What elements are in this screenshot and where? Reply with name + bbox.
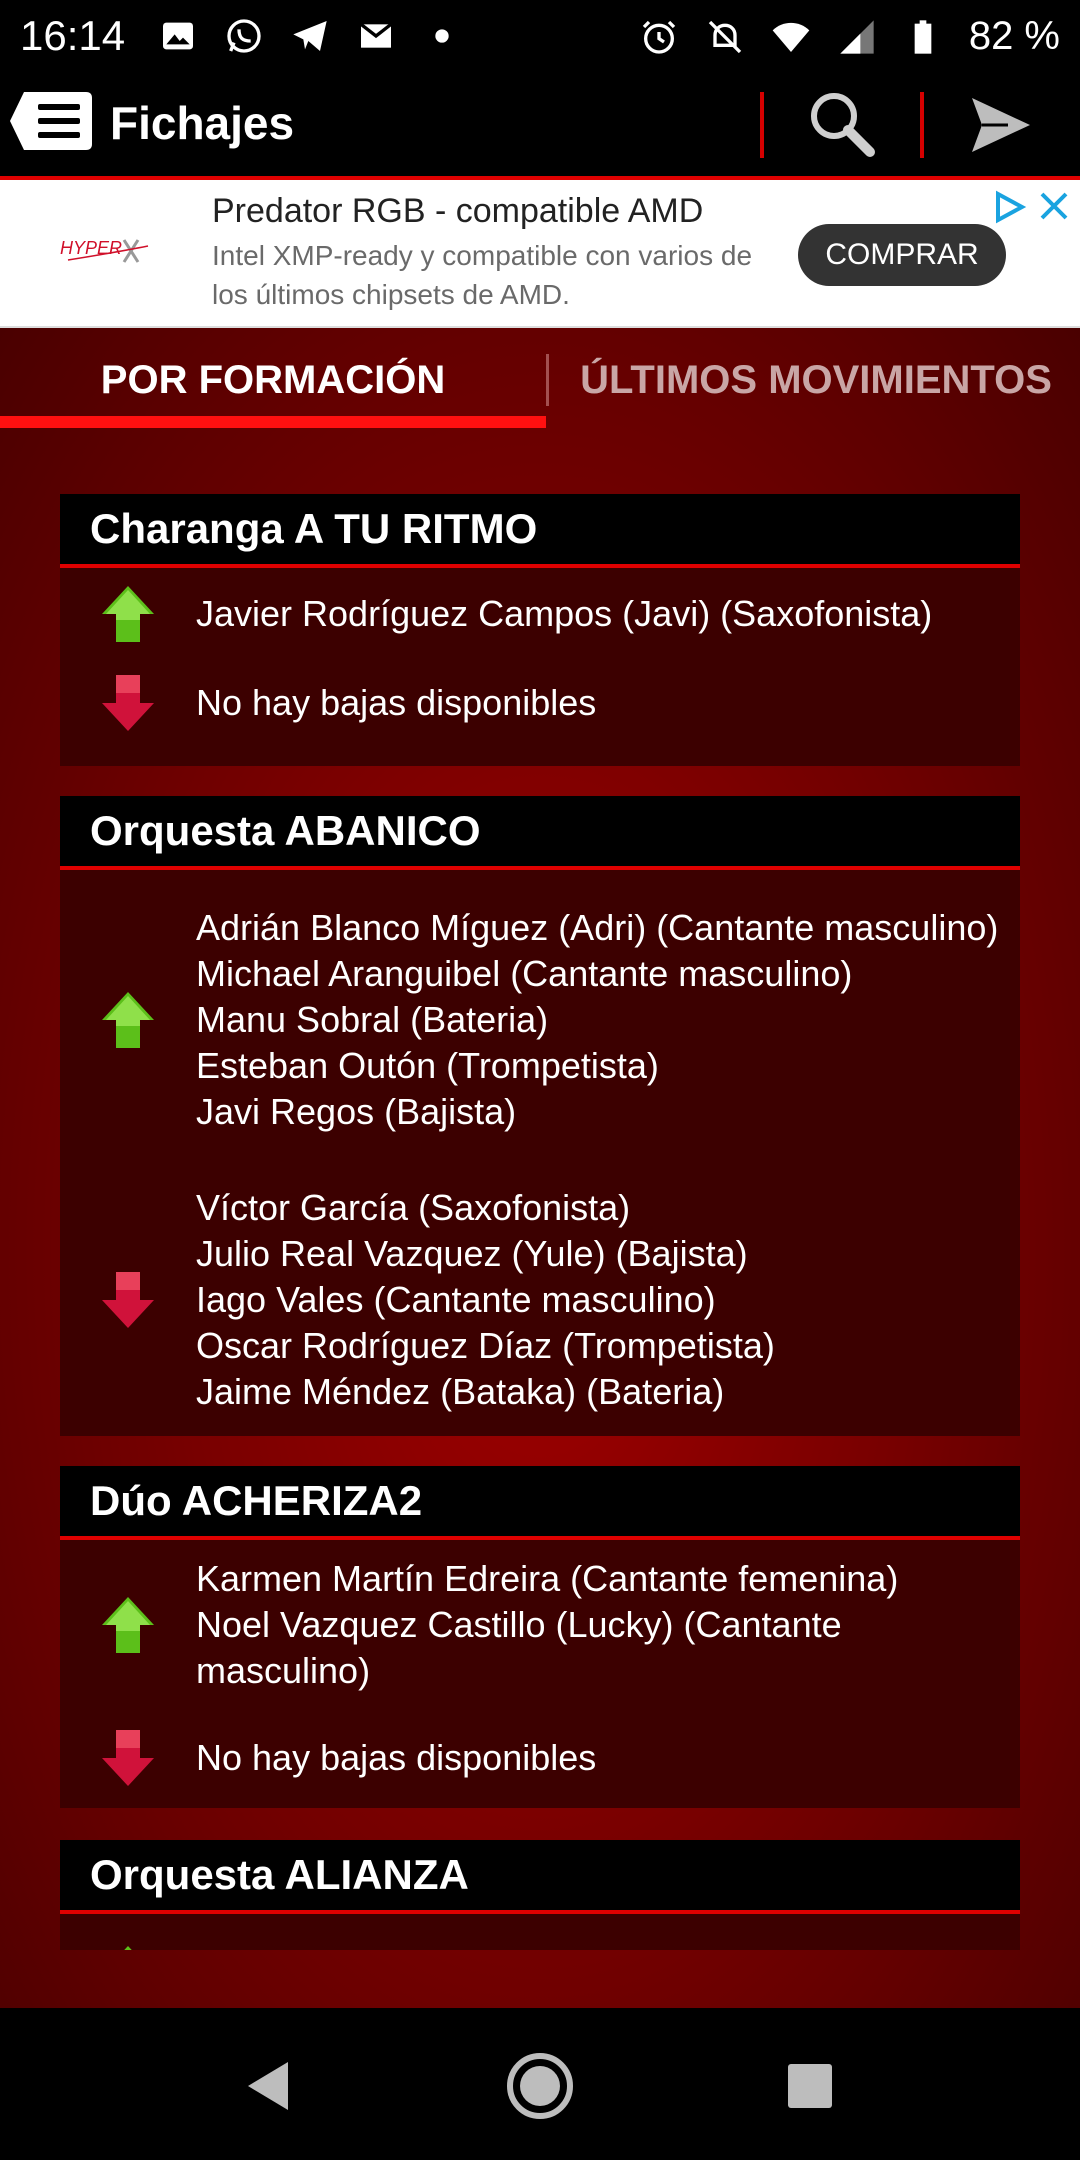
group-card: Dúo ACHERIZA2 Karmen Martín Edreira (Can… bbox=[60, 1466, 1020, 1808]
whatsapp-icon bbox=[224, 16, 264, 56]
tab-ultimos-movimientos[interactable]: ÚLTIMOS MOVIMIENTOS bbox=[552, 328, 1080, 432]
divider bbox=[760, 92, 764, 158]
ad-banner[interactable]: HYPER Predator RGB - compatible AMD Inte… bbox=[0, 180, 1080, 329]
departures-row: No hay bajas disponibles bbox=[60, 660, 1020, 746]
departures-list: No hay bajas disponibles bbox=[196, 1737, 597, 1778]
arrow-up-icon bbox=[102, 586, 154, 642]
back-button[interactable] bbox=[238, 2056, 298, 2116]
menu-button[interactable] bbox=[8, 88, 94, 154]
group-card: Orquesta ALIANZA bbox=[60, 1840, 1020, 1950]
list-item: Javi Regos (Bajista) bbox=[196, 1091, 517, 1132]
signal-icon bbox=[837, 17, 877, 57]
group-title: Dúo ACHERIZA2 bbox=[60, 1466, 1020, 1540]
list-item: Michael Aranguibel (Cantante masculino) bbox=[196, 953, 853, 994]
close-icon[interactable] bbox=[1036, 188, 1072, 224]
gmail-icon bbox=[356, 16, 396, 56]
back-icon bbox=[248, 2062, 288, 2110]
battery-icon bbox=[903, 17, 943, 57]
signings-list: Adrián Blanco Míguez (Adri) (Cantante ma… bbox=[196, 905, 998, 1135]
list-item: Esteban Outón (Trompetista) bbox=[196, 1045, 659, 1086]
mute-icon bbox=[705, 17, 745, 57]
image-icon bbox=[158, 16, 198, 56]
group-title: Charanga A TU RITMO bbox=[60, 494, 1020, 568]
hyperx-logo: HYPER bbox=[58, 228, 180, 278]
arrow-down-icon bbox=[102, 1272, 154, 1328]
tab-indicator bbox=[0, 416, 546, 428]
departures-row: Víctor García (Saxofonista) Julio Real V… bbox=[60, 1170, 1020, 1430]
signings-row: Karmen Martín Edreira (Cantante femenina… bbox=[60, 1540, 1020, 1710]
list-item: Iago Vales (Cantante masculino) bbox=[196, 1279, 716, 1320]
list-item: Víctor García (Saxofonista) bbox=[196, 1187, 631, 1228]
departures-list: Víctor García (Saxofonista) Julio Real V… bbox=[196, 1185, 775, 1415]
group-title: Orquesta ALIANZA bbox=[60, 1840, 1020, 1914]
signings-row bbox=[60, 1914, 1020, 1950]
recents-button[interactable] bbox=[780, 2056, 840, 2116]
signings-row: Javier Rodríguez Campos (Javi) (Saxofoni… bbox=[60, 568, 1020, 660]
list-item: Oscar Rodríguez Díaz (Trompetista) bbox=[196, 1325, 775, 1366]
arrow-up-icon bbox=[102, 1597, 154, 1653]
group-card: Orquesta ABANICO Adrián Blanco Míguez (A… bbox=[60, 796, 1020, 1436]
tab-divider bbox=[546, 354, 549, 406]
status-bar: 16:14 82 % bbox=[0, 0, 1080, 74]
dot-icon bbox=[422, 16, 462, 56]
adchoices-icon[interactable] bbox=[990, 188, 1028, 226]
list-item: Julio Real Vazquez (Yule) (Bajista) bbox=[196, 1233, 748, 1274]
navigation-bar bbox=[0, 2008, 1080, 2160]
ad-body: Intel XMP-ready y compatible con varios … bbox=[212, 240, 753, 310]
content-area: POR FORMACIÓN ÚLTIMOS MOVIMIENTOS Charan… bbox=[0, 328, 1080, 2008]
app-bar: Fichajes bbox=[0, 74, 1080, 180]
divider bbox=[920, 92, 924, 158]
list-item: Jaime Méndez (Bataka) (Bateria) bbox=[196, 1371, 725, 1412]
home-icon bbox=[507, 2053, 573, 2119]
arrow-down-icon bbox=[102, 675, 154, 731]
recents-icon bbox=[788, 2064, 832, 2108]
group-title: Orquesta ABANICO bbox=[60, 796, 1020, 870]
alarm-icon bbox=[639, 17, 679, 57]
ad-headline: Predator RGB - compatible AMD bbox=[212, 192, 704, 230]
list-item: Karmen Martín Edreira (Cantante femenina… bbox=[196, 1558, 899, 1599]
signings-row: Adrián Blanco Míguez (Adri) (Cantante ma… bbox=[60, 870, 1020, 1170]
send-icon bbox=[972, 98, 1030, 152]
send-button[interactable] bbox=[968, 92, 1034, 158]
arrow-up-icon bbox=[102, 992, 154, 1048]
search-button[interactable] bbox=[806, 88, 876, 158]
departures-row: No hay bajas disponibles bbox=[60, 1710, 1020, 1806]
buy-button[interactable]: COMPRAR bbox=[798, 224, 1006, 286]
group-card: Charanga A TU RITMO Javier Rodríguez Cam… bbox=[60, 494, 1020, 766]
battery-percent: 82 % bbox=[968, 14, 1060, 58]
telegram-icon bbox=[290, 16, 330, 56]
status-time: 16:14 bbox=[20, 12, 126, 59]
departures-list: No hay bajas disponibles bbox=[196, 682, 597, 723]
page-title: Fichajes bbox=[110, 97, 295, 149]
menu-icon bbox=[10, 92, 92, 150]
tab-bar: POR FORMACIÓN ÚLTIMOS MOVIMIENTOS bbox=[0, 328, 1080, 432]
list-item: Noel Vazquez Castillo (Lucky) (Cantante … bbox=[196, 1604, 842, 1691]
svg-text:HYPER: HYPER bbox=[60, 238, 122, 258]
wifi-icon bbox=[771, 17, 811, 57]
list-item: Manu Sobral (Bateria) bbox=[196, 999, 549, 1040]
home-button[interactable] bbox=[500, 2046, 580, 2126]
arrow-up-icon bbox=[124, 1946, 132, 1950]
list-item: Adrián Blanco Míguez (Adri) (Cantante ma… bbox=[196, 907, 999, 948]
signings-list: Javier Rodríguez Campos (Javi) (Saxofoni… bbox=[196, 593, 933, 634]
arrow-down-icon bbox=[102, 1730, 154, 1786]
signings-list: Karmen Martín Edreira (Cantante femenina… bbox=[196, 1556, 1000, 1694]
search-icon bbox=[811, 93, 875, 157]
